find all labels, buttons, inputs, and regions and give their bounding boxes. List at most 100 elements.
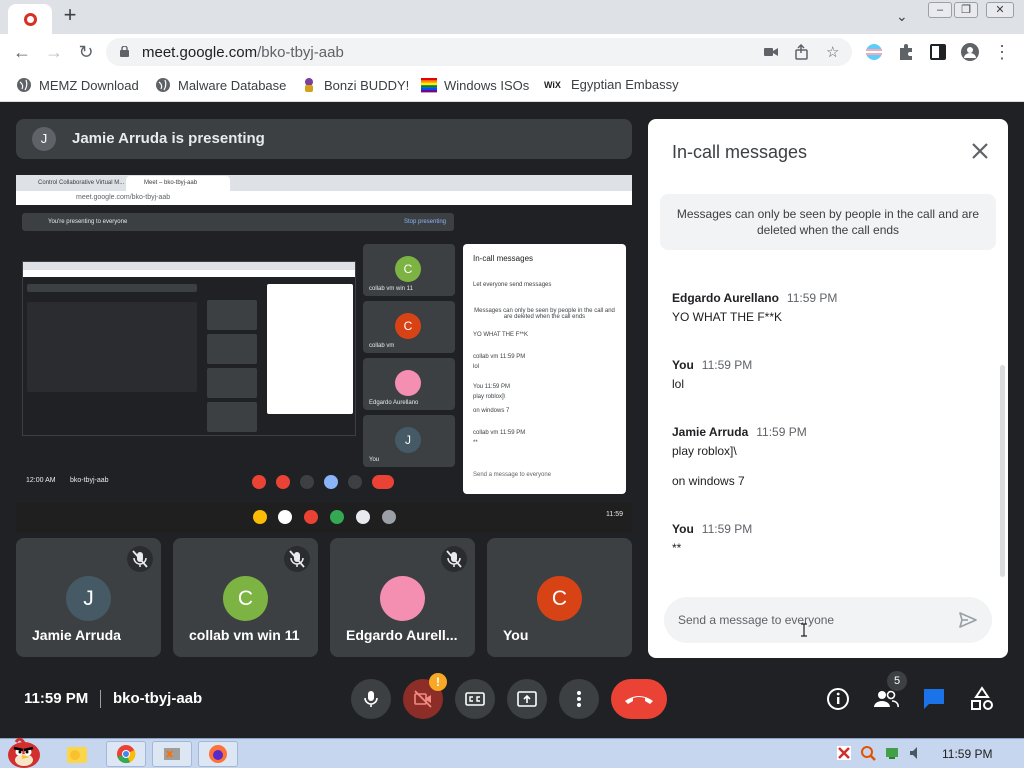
tray-volume-icon[interactable]	[908, 745, 924, 761]
meet-window: J Jamie Arruda is presenting Control Col…	[0, 102, 1024, 738]
participant-tile[interactable]: C collab vm win 11	[173, 538, 318, 657]
message-input[interactable]	[678, 609, 938, 631]
text-cursor-icon	[801, 623, 807, 637]
shared-chat-line: You 11:59 PM	[473, 384, 511, 390]
shared-settings-icon	[382, 510, 396, 524]
shared-gmail-icon	[278, 510, 292, 524]
tray-error-icon[interactable]	[836, 745, 852, 761]
shared-chat-line: on windows 7	[473, 408, 510, 414]
bookmark-egyptian-embassy[interactable]: WiX Egyptian Embassy	[544, 77, 679, 96]
bookmark-memz[interactable]: MEMZ Download	[16, 77, 139, 93]
browser-menu-button[interactable]: ⋮	[990, 40, 1014, 64]
shared-url: meet.google.com/bko-tbyj-aab	[16, 191, 632, 205]
present-screen-button[interactable]	[507, 679, 547, 719]
taskbar-chrome[interactable]	[106, 741, 146, 767]
chat-icon[interactable]	[921, 686, 947, 712]
bookmark-star-icon[interactable]: ☆	[826, 43, 839, 61]
meeting-details-icon[interactable]	[825, 686, 851, 712]
participant-tile[interactable]: J Jamie Arruda	[16, 538, 161, 657]
chrome-icon	[117, 745, 136, 764]
bookmark-windows-isos[interactable]: Windows ISOs	[421, 77, 529, 93]
shared-present-icon	[324, 475, 338, 489]
restore-button[interactable]: ❐	[954, 2, 978, 18]
camera-toggle-button[interactable]: !	[403, 673, 447, 719]
mic-off-icon	[127, 546, 153, 572]
shared-app-icon	[330, 510, 344, 524]
windows-taskbar: 11:59 PM	[0, 737, 1024, 768]
forward-button[interactable]: →	[42, 40, 66, 64]
shared-tile-avatar: C	[395, 313, 421, 339]
shared-banner-text: You're presenting to everyone	[48, 219, 128, 225]
emoji-smiley-icon	[67, 747, 87, 763]
shared-chrome-icon	[253, 510, 267, 524]
shared-footer-time: 12:00 AM	[26, 477, 56, 484]
captions-button[interactable]	[455, 679, 495, 719]
chat-input-box[interactable]	[664, 597, 992, 643]
shared-tab-1: Control Collaborative Virtual M...	[38, 180, 125, 186]
participant-avatar: C	[537, 576, 582, 621]
shared-chat-line: collab vm 11:59 PM	[473, 430, 526, 436]
tray-search-icon[interactable]	[860, 745, 876, 761]
new-tab-button[interactable]: +	[60, 4, 80, 26]
chat-scrollbar[interactable]	[1000, 365, 1005, 577]
taskbar-folder-app[interactable]	[58, 741, 98, 767]
shared-tab-bar: Control Collaborative Virtual M... Meet …	[16, 175, 632, 191]
divider	[100, 690, 101, 708]
address-bar[interactable]: meet.google.com/bko-tbyj-aab ☆	[106, 38, 852, 66]
captions-icon	[465, 692, 485, 706]
shared-chat-line: YO WHAT THE F**K	[473, 332, 529, 338]
side-panel-icon[interactable]	[928, 42, 948, 62]
shared-chat-panel: In-call messages Let everyone send messa…	[463, 244, 626, 494]
taskbar-app[interactable]	[152, 741, 192, 767]
nested-chat	[267, 284, 353, 414]
profile-avatar-icon[interactable]	[960, 42, 980, 62]
close-window-button[interactable]: ✕	[986, 2, 1014, 18]
shared-tile: C collab vm	[363, 301, 455, 353]
shared-app-icon	[356, 510, 370, 524]
message-text: play roblox]\	[672, 444, 737, 458]
nested-tile	[207, 368, 257, 398]
message-text: lol	[672, 377, 685, 391]
chat-notice: Messages can only be seen by people in t…	[660, 194, 996, 250]
leave-call-button[interactable]	[611, 679, 667, 719]
shared-chat-line: play roblox]\	[473, 394, 506, 400]
bonzi-monkey-icon	[305, 78, 313, 92]
browser-tab-meet[interactable]	[8, 4, 52, 34]
close-icon[interactable]	[970, 141, 990, 161]
microphone-button[interactable]	[351, 679, 391, 719]
chat-title: In-call messages	[672, 142, 808, 162]
camera-off-icon	[414, 690, 432, 708]
shared-tile: Edgardo Aurellano	[363, 358, 455, 410]
share-icon[interactable]	[794, 44, 810, 60]
shared-end-call-icon	[372, 475, 394, 489]
back-button[interactable]: ←	[10, 40, 34, 64]
tray-network-icon[interactable]	[884, 745, 900, 761]
url-path: /bko-tbyj-aab	[257, 44, 344, 61]
shared-youtube-icon	[304, 510, 318, 524]
shared-captions-icon	[300, 475, 314, 489]
tab-search-chevron-icon[interactable]: ⌄	[896, 8, 908, 25]
minimize-button[interactable]: –	[928, 2, 952, 18]
bookmark-bonzi-buddy[interactable]: Bonzi BUDDY!	[301, 77, 409, 93]
taskbar-firefox[interactable]	[198, 741, 238, 767]
reload-button[interactable]: ↻	[74, 40, 98, 64]
browser-toolbar: ← → ↻ meet.google.com/bko-tbyj-aab ☆ ⋮	[0, 34, 1024, 70]
mic-off-icon	[441, 546, 467, 572]
bookmarks-bar: MEMZ Download Malware Database Bonzi BUD…	[0, 70, 1024, 102]
message-time: 11:59 PM	[756, 425, 807, 439]
angry-bird-start-icon[interactable]	[2, 733, 48, 768]
bookmark-malware-database[interactable]: Malware Database	[155, 77, 286, 93]
shared-taskbar-time: 11:59	[606, 511, 623, 518]
extensions-icon[interactable]	[896, 42, 916, 62]
more-options-button[interactable]	[559, 679, 599, 719]
globe-icon	[17, 78, 31, 92]
mic-off-icon	[284, 546, 310, 572]
profile-flag-icon[interactable]	[864, 42, 884, 62]
participant-tile[interactable]: Edgardo Aurell...	[330, 538, 475, 657]
camera-icon[interactable]	[764, 46, 778, 58]
shared-tile-name: collab vm	[369, 343, 395, 349]
send-icon[interactable]	[958, 610, 978, 630]
activities-icon[interactable]	[969, 686, 995, 712]
participant-tile-self[interactable]: C You	[487, 538, 632, 657]
taskbar-clock[interactable]: 11:59 PM	[942, 747, 992, 761]
